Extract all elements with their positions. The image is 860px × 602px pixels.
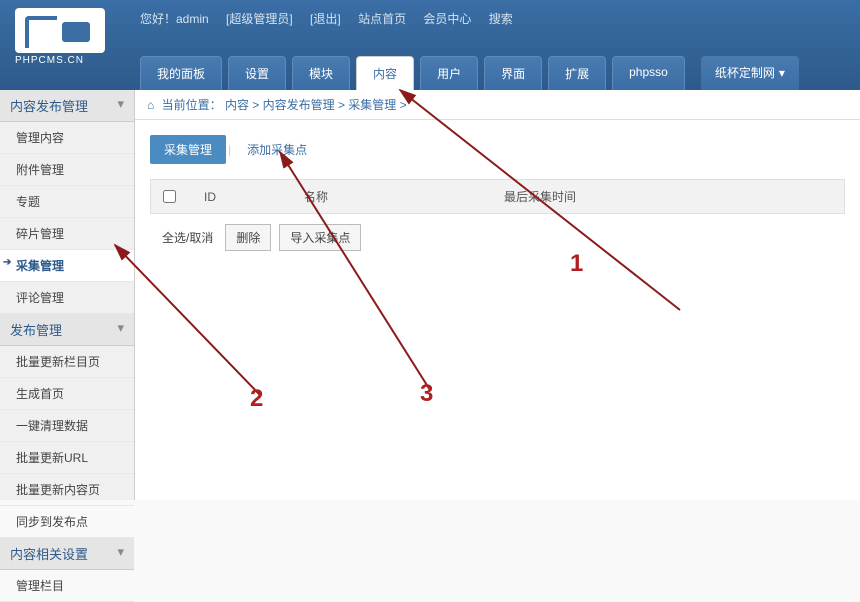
sidebar-item-fragment[interactable]: 碎片管理 <box>0 218 134 250</box>
greeting: 您好！admin <box>140 12 209 26</box>
tab-phpsso[interactable]: phpsso <box>612 56 685 90</box>
subtabs: 采集管理 | 添加采集点 <box>150 135 845 164</box>
delete-button[interactable]: 删除 <box>225 224 271 251</box>
subtab-collect-manage[interactable]: 采集管理 <box>150 135 226 164</box>
sidebar-item-gen-home[interactable]: 生成首页 <box>0 378 134 410</box>
tab-content[interactable]: 内容 <box>356 56 414 90</box>
site-home-link[interactable]: 站点首页 <box>358 12 406 26</box>
select-all-link[interactable]: 全选/取消 <box>162 229 213 246</box>
col-id: ID <box>204 190 284 204</box>
sidebar-item-manage-category[interactable]: 管理栏目 <box>0 570 134 602</box>
subtab-separator: | <box>226 143 233 157</box>
sidebar-item-collect[interactable]: 采集管理 <box>0 250 134 282</box>
tab-panel[interactable]: 我的面板 <box>140 56 222 90</box>
tab-module[interactable]: 模块 <box>292 56 350 90</box>
nav-tabs: 我的面板 设置 模块 内容 用户 界面 扩展 phpsso 纸杯定制网 <box>140 56 799 90</box>
sidebar-item-batch-category[interactable]: 批量更新栏目页 <box>0 346 134 378</box>
subtab-add-collect[interactable]: 添加采集点 <box>233 135 321 164</box>
table-actions: 全选/取消 删除 导入采集点 <box>150 214 845 261</box>
sidebar-item-batch-url[interactable]: 批量更新URL <box>0 442 134 474</box>
sidebar-item-manage-content[interactable]: 管理内容 <box>0 122 134 154</box>
breadcrumb-path: 内容 > 内容发布管理 > 采集管理 > <box>225 98 407 112</box>
breadcrumb: ⌂ 当前位置： 内容 > 内容发布管理 > 采集管理 > <box>135 90 860 120</box>
select-all-checkbox[interactable] <box>163 190 176 203</box>
sidebar-item-batch-content[interactable]: 批量更新内容页 <box>0 474 134 506</box>
tab-user[interactable]: 用户 <box>420 56 478 90</box>
sidebar-item-sync-publish[interactable]: 同步到发布点 <box>0 506 134 538</box>
logo: PHPCMS.CN <box>10 0 105 66</box>
col-name: 名称 <box>304 188 484 205</box>
logout-link[interactable]: [退出] <box>310 12 341 26</box>
sidebar-item-special[interactable]: 专题 <box>0 186 134 218</box>
search-link[interactable]: 搜索 <box>489 12 513 26</box>
user-role: [超级管理员] <box>226 12 293 26</box>
sidebar-item-attachment[interactable]: 附件管理 <box>0 154 134 186</box>
sidebar-item-comment[interactable]: 评论管理 <box>0 282 134 314</box>
logo-text: PHPCMS.CN <box>15 55 105 66</box>
sidebar-category-publish[interactable]: 发布管理 <box>0 314 134 346</box>
sidebar: 内容发布管理 管理内容 附件管理 专题 碎片管理 采集管理 评论管理 发布管理 … <box>0 90 135 500</box>
col-time: 最后采集时间 <box>504 188 576 205</box>
tab-extend[interactable]: 扩展 <box>548 56 606 90</box>
topbar: 您好！admin [超级管理员] [退出] 站点首页 会员中心 搜索 <box>140 10 527 27</box>
breadcrumb-label: 当前位置： <box>162 98 222 112</box>
home-icon[interactable]: ⌂ <box>147 98 154 112</box>
table-header: ID 名称 最后采集时间 <box>150 179 845 214</box>
sidebar-item-clear-data[interactable]: 一键清理数据 <box>0 410 134 442</box>
site-dropdown[interactable]: 纸杯定制网 <box>701 56 799 90</box>
import-button[interactable]: 导入采集点 <box>279 224 361 251</box>
tab-settings[interactable]: 设置 <box>228 56 286 90</box>
tab-ui[interactable]: 界面 <box>484 56 542 90</box>
main-panel: ⌂ 当前位置： 内容 > 内容发布管理 > 采集管理 > 采集管理 | 添加采集… <box>135 90 860 500</box>
sidebar-category-content-publish[interactable]: 内容发布管理 <box>0 90 134 122</box>
sidebar-category-content-settings[interactable]: 内容相关设置 <box>0 538 134 570</box>
logo-icon <box>15 8 105 53</box>
member-center-link[interactable]: 会员中心 <box>423 12 471 26</box>
